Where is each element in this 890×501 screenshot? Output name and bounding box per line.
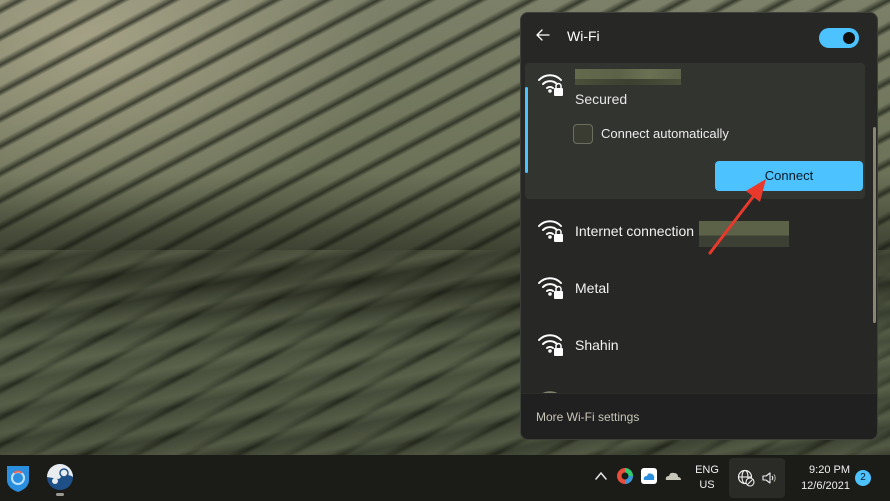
chevron-up-icon[interactable]	[593, 468, 609, 484]
network-name-redacted	[699, 221, 789, 247]
toggle-knob	[843, 32, 855, 44]
language-indicator[interactable]: ENG US	[692, 463, 722, 493]
selection-indicator	[525, 87, 528, 173]
network-item[interactable]: Shahin	[525, 317, 865, 373]
connect-automatically-label[interactable]: Connect automatically	[601, 126, 729, 141]
quick-settings-button[interactable]	[729, 458, 785, 498]
time: 9:20 PM	[809, 464, 850, 476]
network-item[interactable]: Internet connection	[525, 203, 865, 259]
volume-icon	[762, 472, 776, 484]
clock[interactable]: 9:20 PM 12/6/2021	[790, 462, 850, 494]
flyout-footer: More Wi-Fi settings	[521, 393, 877, 439]
running-app-indicator	[56, 493, 64, 496]
more-wifi-settings-link[interactable]: More Wi-Fi settings	[536, 410, 639, 424]
hotspot-shield-icon[interactable]	[3, 462, 33, 492]
cloud-app-icon[interactable]	[640, 467, 658, 485]
network-list: Secured Connect automatically Connect In…	[521, 63, 877, 393]
network-name: Internet connection	[575, 223, 695, 239]
notification-badge[interactable]: 2	[855, 470, 871, 486]
connect-automatically-checkbox[interactable]	[573, 124, 593, 144]
arrow-left-icon	[536, 29, 550, 41]
wifi-flyout: Wi-Fi Secured Connect automatically Conn…	[520, 12, 878, 440]
network-name: Shahin	[575, 337, 619, 353]
wifi-toggle[interactable]	[819, 28, 859, 48]
network-item-selected[interactable]: Secured Connect automatically Connect	[525, 63, 865, 199]
flyout-title: Wi-Fi	[567, 28, 600, 44]
scrollbar[interactable]	[873, 127, 876, 323]
back-button[interactable]	[533, 25, 553, 45]
wifi-secured-icon	[538, 220, 563, 242]
date: 12/6/2021	[801, 480, 850, 492]
wifi-secured-icon	[538, 277, 563, 299]
connect-button[interactable]: Connect	[715, 161, 863, 191]
flyout-header: Wi-Fi	[521, 13, 877, 61]
language-code: ENG	[695, 464, 719, 476]
onedrive-icon[interactable]	[664, 467, 682, 485]
taskbar: ENG US 9:20 PM 12/6/2021 2	[0, 455, 890, 501]
network-status: Secured	[575, 91, 628, 107]
globe-no-internet-icon	[737, 469, 755, 487]
app-tray-icon[interactable]	[616, 467, 634, 485]
network-name-redacted-lower	[575, 79, 681, 85]
network-name: Metal	[575, 280, 610, 296]
wifi-secured-icon	[538, 74, 563, 96]
keyboard-layout: US	[699, 479, 715, 491]
network-item[interactable]: Metal	[525, 260, 865, 316]
steam-icon[interactable]	[45, 462, 75, 492]
network-item[interactable]: 4000...	[525, 374, 865, 393]
wifi-secured-icon	[538, 334, 563, 356]
